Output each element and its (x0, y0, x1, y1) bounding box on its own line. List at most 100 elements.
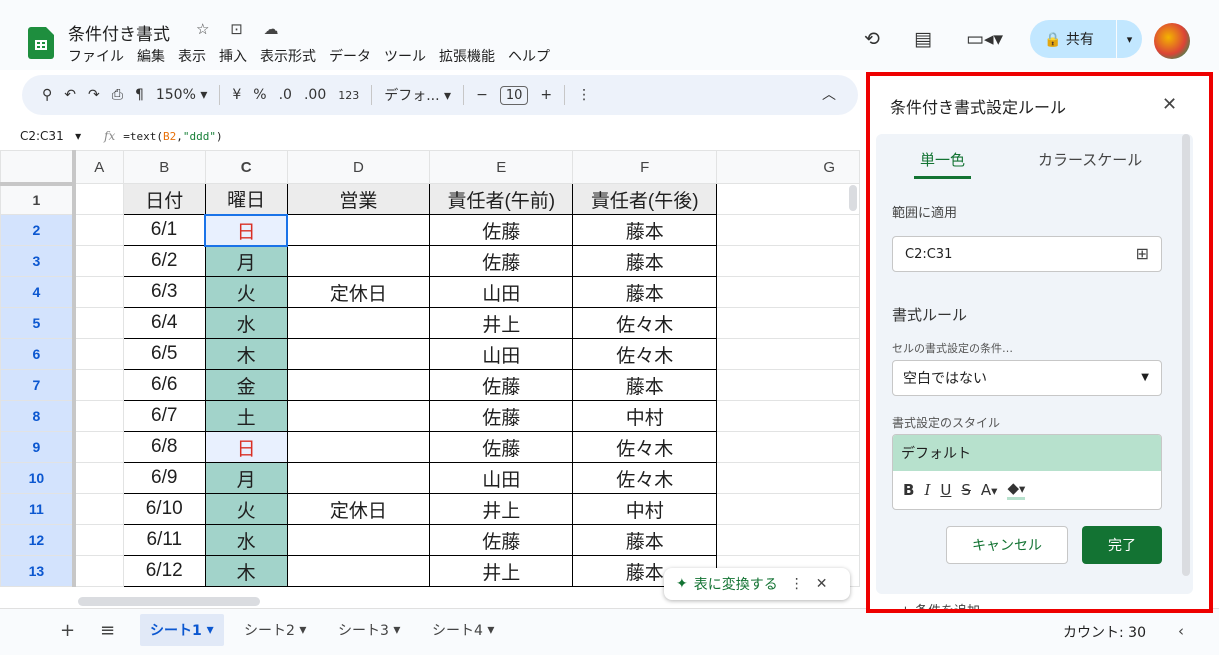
cell[interactable]: 藤本 (572, 524, 718, 556)
cell[interactable]: 中村 (572, 400, 718, 432)
print-icon[interactable]: ⎙ (112, 87, 123, 103)
cell[interactable]: 火 (204, 276, 288, 308)
cell[interactable]: 井上 (429, 555, 574, 587)
cell[interactable]: 井上 (429, 307, 574, 339)
menu-edit[interactable]: 編集 (137, 46, 165, 66)
cell[interactable]: 佐々木 (572, 338, 718, 370)
fill-color-button[interactable]: ◆▾ (1007, 479, 1026, 500)
sheets-logo-icon[interactable] (28, 27, 54, 59)
cell[interactable]: 佐藤 (429, 524, 574, 556)
menu-view[interactable]: 表示 (178, 46, 206, 66)
tab-single-color[interactable]: 単一色 (914, 149, 972, 179)
row-header[interactable]: 8 (0, 400, 76, 432)
cell[interactable]: 佐藤 (429, 245, 574, 277)
cell[interactable] (716, 431, 860, 463)
column-header-d[interactable]: D (286, 150, 431, 184)
cell[interactable]: 土 (204, 400, 288, 432)
cell[interactable] (286, 369, 431, 401)
cell[interactable] (73, 369, 124, 401)
cell[interactable] (286, 524, 431, 556)
cell[interactable] (73, 214, 124, 246)
cell[interactable]: 水 (204, 307, 288, 339)
cell[interactable]: 月 (204, 245, 288, 277)
cell[interactable]: 6/9 (122, 462, 206, 494)
row-header[interactable]: 2 (0, 214, 76, 246)
row-header[interactable]: 10 (0, 462, 76, 494)
cell[interactable]: 藤本 (572, 276, 718, 308)
cell[interactable]: 佐藤 (429, 214, 574, 246)
sheet-tab-4[interactable]: シート4 ▾ (422, 614, 504, 646)
comments-icon[interactable]: ▤ (914, 28, 932, 50)
cancel-button[interactable]: キャンセル (946, 526, 1068, 564)
percent-button[interactable]: % (253, 87, 266, 103)
cell[interactable]: 6/4 (122, 307, 206, 339)
cell[interactable]: 佐藤 (429, 431, 574, 463)
zoom-select[interactable]: 150% ▾ (156, 87, 208, 103)
cell[interactable]: 藤本 (572, 369, 718, 401)
font-size-input[interactable]: 10 (499, 85, 529, 105)
cell[interactable]: 中村 (572, 493, 718, 525)
side-panel-toggle-icon[interactable]: ‹ (1178, 622, 1184, 640)
cell[interactable]: 6/12 (122, 555, 206, 587)
cell[interactable]: 金 (204, 369, 288, 401)
horizontal-scrollbar[interactable] (78, 597, 260, 606)
convert-to-table-label[interactable]: 表に変換する (694, 574, 778, 594)
range-input[interactable]: C2:C31 ⊞ (892, 236, 1162, 272)
bold-button[interactable]: B (903, 481, 914, 499)
increase-decimal-button[interactable]: .00 (304, 87, 326, 103)
cell[interactable] (716, 276, 860, 308)
row-header[interactable]: 13 (0, 555, 76, 587)
cell[interactable]: 6/6 (122, 369, 206, 401)
cell[interactable] (716, 245, 860, 277)
cell[interactable]: 定休日 (286, 276, 431, 308)
column-header-e[interactable]: E (429, 150, 574, 184)
menu-data[interactable]: データ (329, 46, 371, 66)
font-size-decrease-button[interactable]: − (476, 87, 488, 103)
cell[interactable] (716, 307, 860, 339)
row-header[interactable]: 12 (0, 524, 76, 556)
avatar[interactable] (1154, 23, 1190, 59)
cell[interactable] (716, 214, 860, 246)
close-icon[interactable]: ✕ (816, 576, 828, 592)
meet-icon[interactable]: ▭◂▾ (966, 28, 1003, 50)
formula-input[interactable]: =text(B2,"ddd") (115, 130, 222, 143)
cell[interactable]: 6/1 (122, 214, 206, 246)
cell[interactable] (716, 462, 860, 494)
search-icon[interactable]: ⚲ (42, 87, 52, 103)
row-header[interactable]: 5 (0, 307, 76, 339)
cell[interactable] (73, 276, 124, 308)
column-header-c[interactable]: C (204, 150, 288, 184)
cell[interactable] (286, 214, 431, 246)
name-box[interactable]: C2:C31 ▾ (0, 129, 90, 143)
document-title[interactable]: 条件付き書式 (68, 20, 170, 45)
sheet-tab-3[interactable]: シート3 ▾ (328, 614, 410, 646)
cell[interactable]: 佐々木 (572, 307, 718, 339)
style-preview[interactable]: デフォルト (893, 435, 1161, 471)
cell[interactable] (716, 338, 860, 370)
cell[interactable]: 火 (204, 493, 288, 525)
cell[interactable]: 6/7 (122, 400, 206, 432)
cell[interactable]: 藤本 (572, 245, 718, 277)
row-header[interactable]: 6 (0, 338, 76, 370)
cell[interactable] (73, 338, 124, 370)
close-icon[interactable]: ✕ (1162, 94, 1177, 115)
menu-file[interactable]: ファイル (68, 46, 124, 66)
cell[interactable]: 定休日 (286, 493, 431, 525)
add-condition-link[interactable]: + 条件を追加 (900, 600, 980, 609)
cell[interactable]: 水 (204, 524, 288, 556)
share-button[interactable]: 🔒 共有 ▾ (1030, 20, 1142, 58)
cell[interactable] (73, 307, 124, 339)
collapse-toolbar-icon[interactable]: ︿ (822, 84, 836, 104)
cell[interactable] (73, 524, 124, 556)
menu-format[interactable]: 表示形式 (260, 46, 316, 66)
cell[interactable]: 6/3 (122, 276, 206, 308)
cell[interactable]: 6/8 (122, 431, 206, 463)
cell[interactable]: 佐々木 (572, 431, 718, 463)
cell[interactable] (73, 431, 124, 463)
cell[interactable] (286, 338, 431, 370)
cell[interactable]: 佐々木 (572, 462, 718, 494)
cell[interactable] (286, 462, 431, 494)
cell[interactable]: 6/10 (122, 493, 206, 525)
row-header[interactable]: 9 (0, 431, 76, 463)
cell[interactable] (716, 524, 860, 556)
